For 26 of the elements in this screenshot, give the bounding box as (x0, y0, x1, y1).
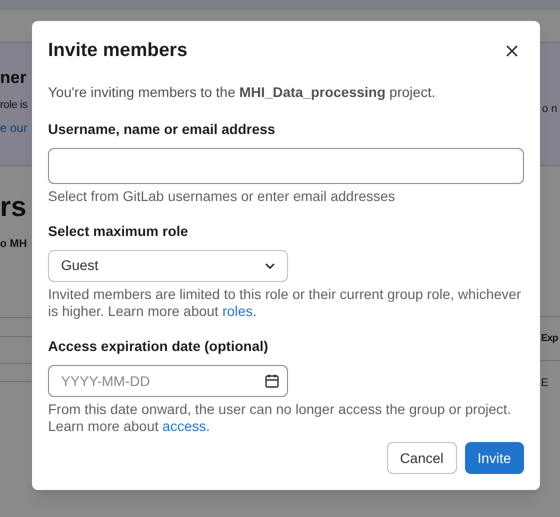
help-text: Select from GitLab usernames or enter email addresses (48, 188, 396, 204)
banner-text: role is (0, 98, 28, 112)
table-cell-text: Exp (541, 332, 558, 346)
help-text: Invited members are limited to this role or their current group role, whichever is higher. Learn more about roles. (48, 286, 522, 320)
chevron-down-icon (265, 262, 275, 268)
field-label: Username, name or email address (48, 120, 276, 138)
username-field[interactable] (48, 148, 524, 184)
help-text: From this date onward, the user can no longer access the group or project. Learn more about access. (48, 400, 512, 434)
page-subtitle: o MH (0, 237, 27, 252)
role-dropdown[interactable]: Guest (48, 250, 288, 282)
table-cell-text: E (541, 376, 548, 391)
dialog-description: You're inviting members to the MHI_Data_processing project. (48, 82, 436, 102)
banner-link[interactable]: e our (0, 119, 28, 137)
banner-text: o n (541, 102, 558, 117)
dialog-title: Invite members (48, 39, 188, 63)
help-link[interactable]: access (162, 418, 206, 434)
page-title: rs (0, 190, 26, 224)
help-link[interactable]: roles (222, 302, 253, 318)
invite-button[interactable]: Invite (464, 442, 524, 474)
field-label: Select maximum role (48, 222, 190, 240)
date-field[interactable]: YYYY-MM-DD (48, 364, 288, 396)
field-label: Access expiration date (optional) (48, 336, 270, 356)
banner-heading: ner (0, 67, 26, 89)
close-icon (506, 45, 518, 58)
calendar-icon[interactable] (264, 372, 280, 388)
cancel-button[interactable]: Cancel (386, 442, 457, 474)
